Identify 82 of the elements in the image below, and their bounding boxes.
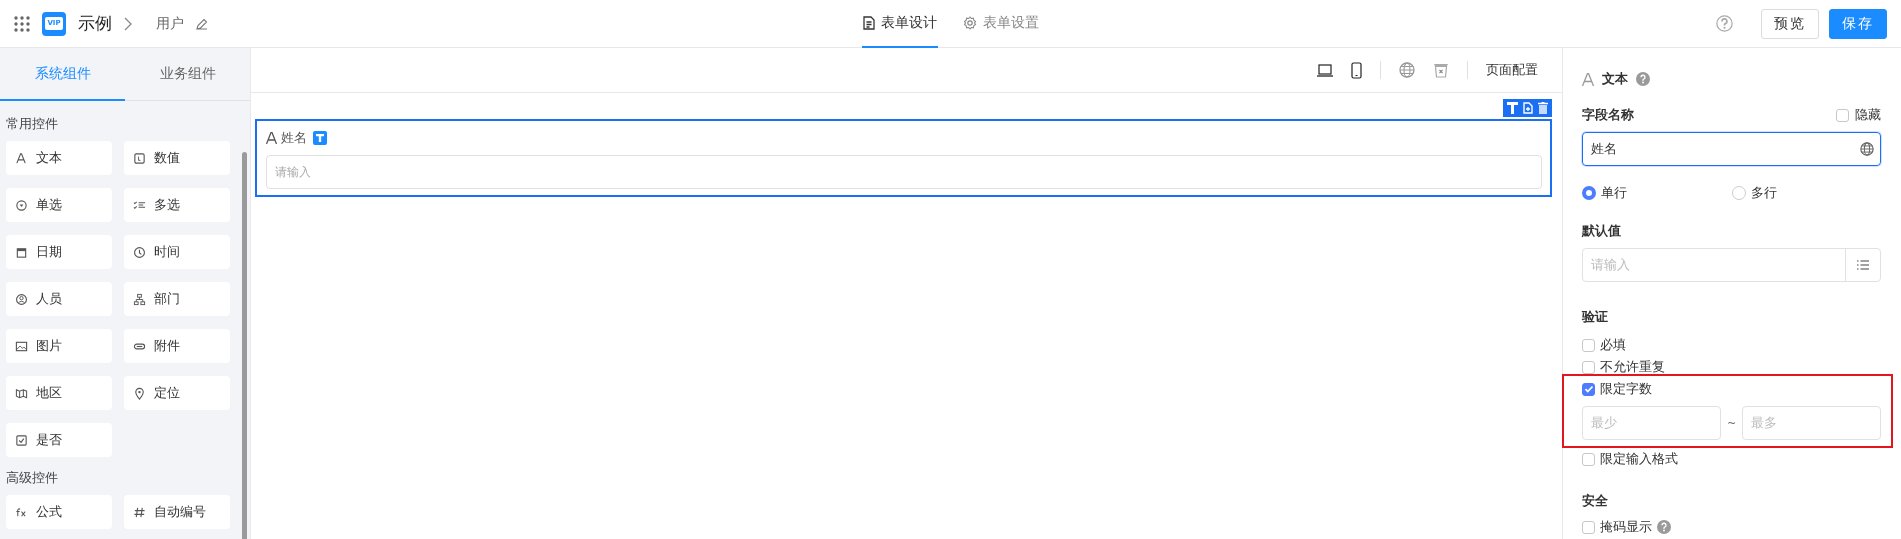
- scrollbar[interactable]: [242, 152, 247, 539]
- component-item[interactable]: 日期: [6, 235, 112, 269]
- radio-icon: [15, 198, 28, 212]
- breadcrumb: 用户: [156, 14, 184, 33]
- section-title: 常用控件: [6, 115, 59, 131]
- function-icon: [15, 505, 28, 519]
- org-chart-icon: [133, 292, 146, 306]
- component-item[interactable]: 数值: [124, 141, 230, 175]
- gear-icon: [962, 15, 977, 30]
- radio-option[interactable]: 多行: [1731, 184, 1881, 202]
- checkbox[interactable]: [1582, 452, 1595, 466]
- text-type-icon[interactable]: [1507, 102, 1518, 114]
- component-item[interactable]: 是否: [6, 423, 112, 457]
- checkbox[interactable]: [1582, 338, 1595, 352]
- letter-a-icon: [15, 151, 28, 165]
- component-item[interactable]: 文本: [6, 141, 112, 175]
- number-icon: [133, 151, 146, 165]
- field-label: 姓名: [281, 129, 307, 147]
- text-type-icon: [313, 131, 327, 145]
- checkbox-option[interactable]: 不允许重复: [1582, 356, 1881, 378]
- component-item[interactable]: 多选: [124, 188, 230, 222]
- component-item[interactable]: 自动编号: [124, 495, 230, 529]
- component-item[interactable]: 图片: [6, 329, 112, 363]
- tab[interactable]: 表单设置: [961, 0, 1040, 48]
- trash-icon[interactable]: [1433, 62, 1449, 78]
- map-icon: [15, 386, 28, 400]
- list-icon[interactable]: [1857, 260, 1869, 270]
- form-field-card[interactable]: 姓名 请输入: [255, 119, 1552, 197]
- trash-icon[interactable]: [1538, 102, 1548, 114]
- tab[interactable]: 业务组件: [125, 48, 250, 101]
- radio-button[interactable]: [1731, 186, 1746, 200]
- input-field[interactable]: 姓名: [1582, 132, 1881, 166]
- checkbox[interactable]: [1582, 360, 1595, 374]
- section-title: 验证: [1582, 308, 1608, 326]
- component-item[interactable]: 部门: [124, 282, 230, 316]
- app-name: 示例: [78, 12, 112, 35]
- chevron-right-icon: [124, 16, 132, 31]
- help-icon[interactable]: [1636, 72, 1650, 86]
- checkbox-option[interactable]: 限定输入格式: [1582, 448, 1881, 470]
- component-item[interactable]: 地区: [6, 376, 112, 410]
- checkbox[interactable]: [1582, 382, 1595, 396]
- checkbox[interactable]: [1836, 108, 1849, 122]
- letter-a-icon: [266, 132, 277, 144]
- checkbox-icon: [15, 433, 28, 447]
- laptop-icon[interactable]: [1317, 63, 1333, 77]
- help-icon[interactable]: [1716, 15, 1733, 32]
- location-pin-icon: [133, 386, 146, 400]
- component-item[interactable]: 人员: [6, 282, 112, 316]
- app-grid-icon[interactable]: [14, 15, 30, 32]
- hash-icon: [133, 505, 146, 519]
- checkbox-option[interactable]: 限定字数: [1582, 378, 1881, 400]
- letter-a-icon: [1582, 72, 1594, 86]
- person-icon: [15, 292, 28, 306]
- globe-icon[interactable]: [1399, 62, 1415, 78]
- component-item[interactable]: 时间: [124, 235, 230, 269]
- section-title: 安全: [1582, 492, 1608, 510]
- checkbox[interactable]: [1582, 520, 1595, 534]
- pencil-icon[interactable]: [196, 17, 208, 30]
- phone-icon[interactable]: [1351, 61, 1362, 79]
- panel-title: 文本: [1602, 70, 1628, 88]
- help-icon[interactable]: [1657, 520, 1671, 534]
- component-item[interactable]: 定位: [124, 376, 230, 410]
- preview-button[interactable]: 预览: [1761, 8, 1819, 39]
- radio-button[interactable]: [1582, 186, 1596, 200]
- image-icon: [15, 339, 28, 353]
- globe-icon[interactable]: [1860, 142, 1874, 156]
- field-label: 默认值: [1582, 222, 1621, 240]
- page-config-link[interactable]: 页面配置: [1486, 61, 1538, 79]
- component-item[interactable]: 单选: [6, 188, 112, 222]
- clock-icon: [133, 245, 146, 259]
- section-title: 高级控件: [6, 469, 59, 485]
- range-separator: ~: [1726, 416, 1737, 430]
- checkbox-option[interactable]: 隐藏: [1836, 106, 1881, 124]
- copy-icon[interactable]: [1523, 102, 1533, 114]
- component-item[interactable]: 公式: [6, 495, 112, 529]
- radio-option[interactable]: 单行: [1582, 184, 1732, 202]
- calendar-icon: [15, 245, 28, 259]
- checkbox-option[interactable]: 必填: [1582, 334, 1881, 356]
- document-icon: [862, 15, 875, 30]
- component-item[interactable]: 附件: [124, 329, 230, 363]
- checkbox-option[interactable]: 掩码显示: [1582, 516, 1881, 538]
- field-label: 字段名称: [1582, 106, 1634, 124]
